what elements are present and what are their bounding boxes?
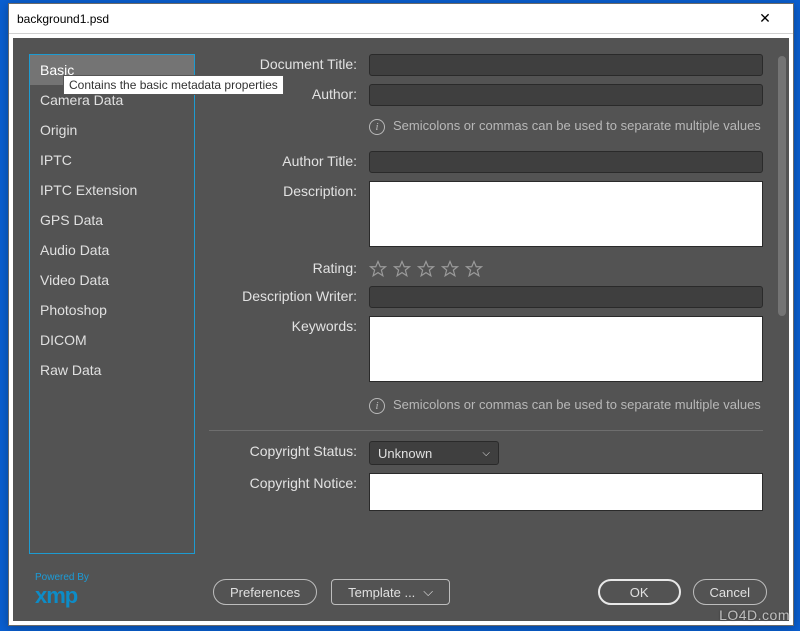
xmp-logo: Powered By xmp bbox=[35, 572, 89, 609]
dialog-window: background1.psd ✕ Basic Camera Data Orig… bbox=[8, 3, 794, 626]
dialog-footer: Powered By xmp Preferences Template ... … bbox=[13, 561, 789, 621]
cancel-button[interactable]: Cancel bbox=[693, 579, 767, 605]
copyright-status-select[interactable]: Unknown ⌵ bbox=[369, 441, 499, 465]
template-dropdown[interactable]: Template ... ⌵ bbox=[331, 579, 450, 605]
sidebar-item-video-data[interactable]: Video Data bbox=[30, 265, 194, 295]
titlebar: background1.psd ✕ bbox=[9, 4, 793, 34]
ok-button[interactable]: OK bbox=[598, 579, 681, 605]
author-hint-text: Semicolons or commas can be used to sepa… bbox=[393, 118, 761, 133]
author-input[interactable] bbox=[369, 84, 763, 106]
description-textarea[interactable] bbox=[369, 181, 763, 247]
scrollbar-thumb[interactable] bbox=[778, 56, 786, 316]
chevron-down-icon: ⌵ bbox=[482, 448, 490, 459]
sidebar-item-origin[interactable]: Origin bbox=[30, 115, 194, 145]
window-title: background1.psd bbox=[17, 12, 745, 26]
sidebar-item-gps-data[interactable]: GPS Data bbox=[30, 205, 194, 235]
panel-wrap: Basic Camera Data Origin IPTC IPTC Exten… bbox=[9, 34, 793, 625]
keywords-textarea[interactable] bbox=[369, 316, 763, 382]
close-button[interactable]: ✕ bbox=[745, 10, 785, 27]
rating-stars[interactable] bbox=[369, 258, 763, 278]
copyright-status-value: Unknown bbox=[378, 446, 432, 461]
chevron-down-icon: ⌵ bbox=[423, 584, 433, 600]
info-icon: i bbox=[369, 119, 385, 135]
star-icon[interactable] bbox=[393, 260, 411, 278]
rating-label: Rating: bbox=[209, 258, 369, 276]
preferences-button[interactable]: Preferences bbox=[213, 579, 317, 605]
sidebar-item-iptc-extension[interactable]: IPTC Extension bbox=[30, 175, 194, 205]
sidebar-tooltip: Contains the basic metadata properties bbox=[63, 75, 284, 95]
info-icon: i bbox=[369, 398, 385, 414]
copyright-notice-label: Copyright Notice: bbox=[209, 473, 369, 491]
category-sidebar: Basic Camera Data Origin IPTC IPTC Exten… bbox=[29, 54, 195, 554]
description-writer-input[interactable] bbox=[369, 286, 763, 308]
keywords-label: Keywords: bbox=[209, 316, 369, 334]
xmp-text: xmp bbox=[35, 583, 89, 609]
watermark: LO4D.com bbox=[719, 607, 790, 623]
section-divider bbox=[209, 430, 763, 431]
sidebar-item-raw-data[interactable]: Raw Data bbox=[30, 355, 194, 385]
star-icon[interactable] bbox=[465, 260, 483, 278]
powered-by-label: Powered By bbox=[35, 572, 89, 583]
sidebar-item-dicom[interactable]: DICOM bbox=[30, 325, 194, 355]
document-title-input[interactable] bbox=[369, 54, 763, 76]
copyright-notice-textarea[interactable] bbox=[369, 473, 763, 511]
metadata-panel: Basic Camera Data Origin IPTC IPTC Exten… bbox=[13, 38, 789, 621]
author-title-label: Author Title: bbox=[209, 151, 369, 169]
star-icon[interactable] bbox=[417, 260, 435, 278]
copyright-status-label: Copyright Status: bbox=[209, 441, 369, 459]
sidebar-item-iptc[interactable]: IPTC bbox=[30, 145, 194, 175]
star-icon[interactable] bbox=[369, 260, 387, 278]
author-title-input[interactable] bbox=[369, 151, 763, 173]
star-icon[interactable] bbox=[441, 260, 459, 278]
keywords-hint-text: Semicolons or commas can be used to sepa… bbox=[393, 397, 761, 412]
keywords-hint: i Semicolons or commas can be used to se… bbox=[369, 393, 763, 422]
sidebar-item-photoshop[interactable]: Photoshop bbox=[30, 295, 194, 325]
description-label: Description: bbox=[209, 181, 369, 199]
metadata-form: Document Title: Author: i Semicolons or … bbox=[209, 54, 763, 554]
template-label: Template ... bbox=[348, 585, 415, 600]
sidebar-item-audio-data[interactable]: Audio Data bbox=[30, 235, 194, 265]
document-title-label: Document Title: bbox=[209, 54, 369, 72]
author-hint: i Semicolons or commas can be used to se… bbox=[369, 114, 763, 143]
description-writer-label: Description Writer: bbox=[209, 286, 369, 304]
scrollbar[interactable] bbox=[777, 56, 787, 556]
